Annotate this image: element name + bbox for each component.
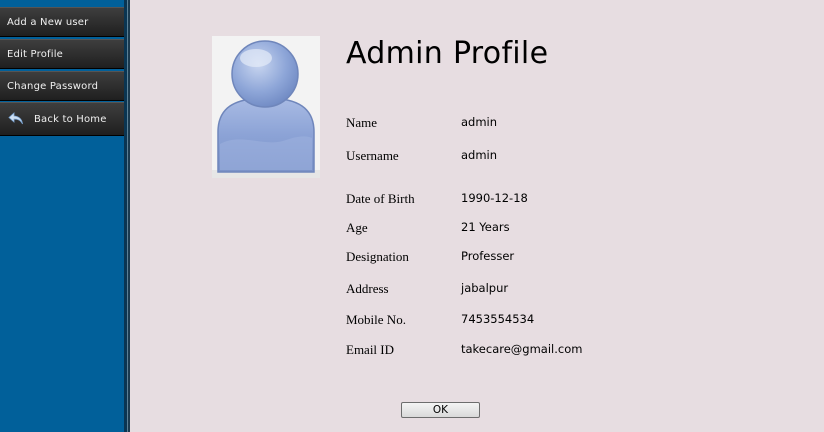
avatar [212,36,320,178]
back-arrow-icon [8,112,23,125]
field-value-age: 21 Years [461,220,510,234]
field-value-name: admin [461,115,498,129]
field-label-age: Age [346,220,368,235]
field-label-address: Address [346,281,389,296]
field-label-name: Name [346,115,378,130]
user-silhouette-icon [212,36,320,178]
field-value-email: takecare@gmail.com [461,342,583,356]
ok-button[interactable]: OK [401,402,480,418]
field-label-username: Username [346,148,399,163]
sidebar-item-label: Back to Home [34,113,107,125]
field-value-mobile: 7453554534 [461,312,535,326]
field-value-address: jabalpur [461,281,509,295]
sidebar-item-back-home[interactable]: Back to Home [0,102,124,136]
field-value-designation: Professer [461,249,515,263]
field-label-dob: Date of Birth [346,191,415,206]
sidebar-item-edit-profile[interactable]: Edit Profile [0,39,124,69]
page-title: Admin Profile [346,36,549,71]
sidebar-item-label: Change Password [7,80,99,92]
field-value-dob: 1990-12-18 [461,191,528,205]
field-value-username: admin [461,148,498,162]
field-label-mobile: Mobile No. [346,312,406,327]
field-label-designation: Designation [346,249,409,264]
sidebar-item-change-password[interactable]: Change Password [0,71,124,101]
sidebar-item-label: Edit Profile [7,48,64,60]
sidebar-item-add-user[interactable]: Add a New user [0,7,124,37]
sidebar-item-label: Add a New user [7,16,89,28]
field-label-email: Email ID [346,342,395,357]
sidebar: Add a New user Edit Profile Change Passw… [0,0,124,432]
